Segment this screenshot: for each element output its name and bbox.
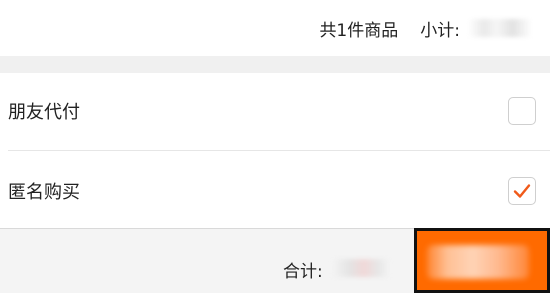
checkmark-icon [513, 183, 531, 198]
option-anonymous-purchase[interactable]: 匿名购买 [0, 153, 550, 228]
checkout-button[interactable] [414, 228, 550, 293]
anonymous-purchase-label: 匿名购买 [8, 181, 80, 203]
anonymous-purchase-checkbox[interactable] [508, 176, 536, 205]
item-count-text: 共1件商品 [319, 20, 399, 41]
friend-pay-checkbox[interactable] [508, 97, 536, 125]
row-divider [8, 150, 550, 151]
total-label: 合计: [283, 262, 323, 282]
checkout-button-label-blurred [427, 245, 529, 279]
total-amount-blurred [332, 259, 390, 277]
friend-pay-label: 朋友代付 [8, 102, 80, 123]
order-summary-row: 共1件商品 小计: [0, 0, 550, 56]
section-divider-band [0, 56, 550, 73]
subtotal-label: 小计: [420, 20, 460, 41]
subtotal-amount-blurred [468, 19, 532, 37]
option-friend-pay[interactable]: 朋友代付 [0, 73, 550, 149]
